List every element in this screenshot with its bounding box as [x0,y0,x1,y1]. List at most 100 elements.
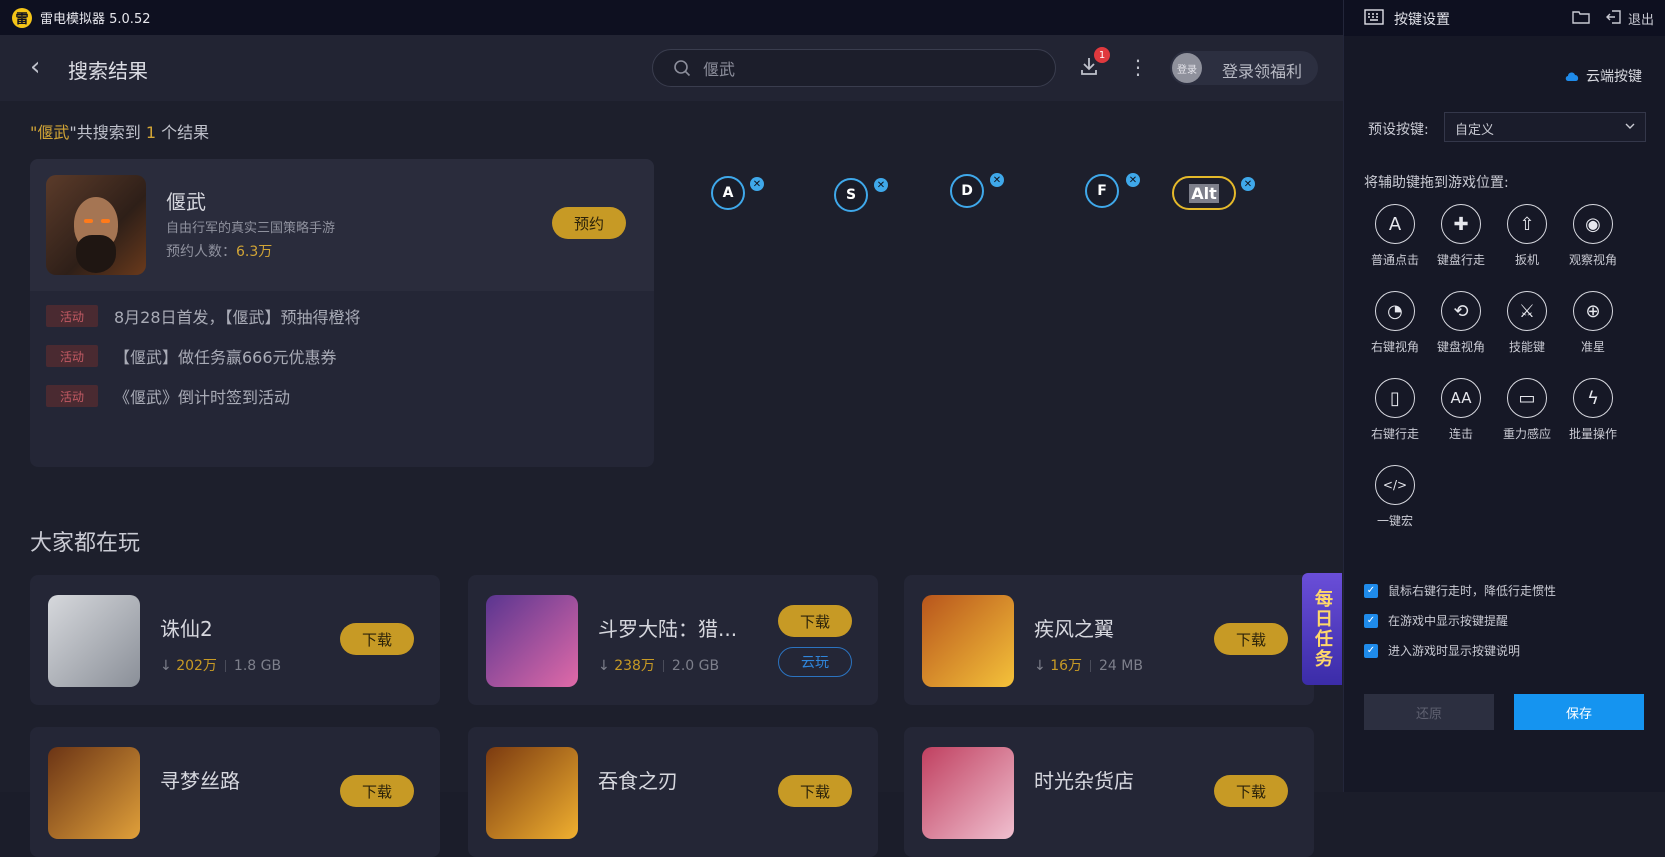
drag-hint-label: 将辅助键拖到游戏位置: [1364,175,1509,191]
tool-gravity-sensor[interactable]: ▭ 重力感应 [1494,378,1560,442]
recommend-card[interactable]: 时光杂货店 下载 [904,727,1314,857]
activity-item[interactable]: 活动 【偃武】做任务赢666元优惠券 [46,345,337,367]
mapped-key-s[interactable]: S [834,178,868,212]
game-name: 疾风之翼 [1034,617,1114,641]
activity-text: 【偃武】做任务赢666元优惠券 [114,348,337,367]
reserve-count: 预约人数：6.3万 [166,241,272,261]
download-button[interactable]: 下载 [778,605,852,637]
result-mid: "共搜索到 [69,123,146,142]
remove-key-icon[interactable]: ✕ [1241,177,1255,191]
recommend-card[interactable]: 斗罗大陆：猎... ↓ 238万 2.0 GB 下载 云玩 [468,575,878,705]
tool-keyboard-view[interactable]: ⟲ 键盘视角 [1428,291,1494,355]
tool-keyboard-walk[interactable]: ✚ 键盘行走 [1428,204,1494,268]
game-name: 诛仙2 [160,617,213,641]
download-button[interactable]: 下载 [340,775,414,807]
title-bar: 雷 雷电模拟器 5.0.52 [0,0,1343,35]
main-area: ‹ 搜索结果 1 ⋮ 登录 登录领福利 "偃武"共搜索到 1 个结果 偃武 自由… [0,35,1343,857]
game-card-header: 偃武 自由行军的真实三国策略手游 预约人数：6.3万 预约 [30,159,654,291]
checkbox-show-key-hints[interactable]: ✓ 在游戏中显示按键提醒 [1364,612,1508,629]
tool-batch-operation[interactable]: ϟ 批量操作 [1560,378,1626,442]
search-box[interactable] [652,49,1056,87]
tool-crosshair[interactable]: ⊕ 准星 [1560,291,1626,355]
exit-button[interactable]: 退出 [1628,9,1654,28]
recommend-card[interactable]: 诛仙2 ↓ 202万 1.8 GB 下载 [30,575,440,705]
eye-icon: ◉ [1573,204,1613,244]
reserve-button[interactable]: 预约 [552,207,626,239]
mouse-icon: ▯ [1375,378,1415,418]
remove-key-icon[interactable]: ✕ [1126,173,1140,187]
activity-badge: 活动 [46,305,98,327]
more-menu-icon[interactable]: ⋮ [1128,57,1148,79]
mapped-key-f[interactable]: F [1085,174,1119,208]
tool-macro[interactable]: </> 一键宏 [1362,465,1428,529]
folder-icon[interactable] [1572,9,1590,25]
tool-right-click-view[interactable]: ◔ 右键视角 [1362,291,1428,355]
cloud-key-button[interactable]: 云端按键 [1564,66,1642,86]
bullet-icon: ⇧ [1507,204,1547,244]
download-button[interactable]: 下载 [778,775,852,807]
download-button[interactable]: 下载 [1214,623,1288,655]
login-label: 登录领福利 [1222,62,1303,81]
tool-normal-click[interactable]: A 普通点击 [1362,204,1428,268]
search-result-card[interactable]: 偃武 自由行军的真实三国策略手游 预约人数：6.3万 预约 活动 8月28日首发… [30,159,654,467]
section-title-popular: 大家都在玩 [30,531,141,556]
exit-icon[interactable] [1606,9,1622,25]
reserve-count-value: 6.3万 [236,244,273,260]
login-button[interactable]: 登录 登录领福利 [1170,51,1318,85]
phone-tilt-icon: ▭ [1507,378,1547,418]
tool-combo[interactable]: AA 连击 [1428,378,1494,442]
tool-observe-view[interactable]: ◉ 观察视角 [1560,204,1626,268]
app-logo: 雷 [12,7,32,28]
mapped-key-a[interactable]: A [711,176,745,210]
preset-label: 预设按键: [1368,122,1429,138]
restore-button[interactable]: 还原 [1364,694,1494,730]
recommend-card[interactable]: 疾风之翼 ↓ 16万 24 MB 下载 [904,575,1314,705]
checkbox-reduce-inertia[interactable]: ✓ 鼠标右键行走时，降低行走惯性 [1364,582,1556,599]
tool-trigger[interactable]: ⇧ 扳机 [1494,204,1560,268]
remove-key-icon[interactable]: ✕ [990,173,1004,187]
keyboard-icon [1364,9,1384,25]
tool-skill-key[interactable]: ⚔ 技能键 [1494,291,1560,355]
activity-item[interactable]: 活动 8月28日首发，【偃武】预抽得橙将 [46,305,361,327]
cloud-play-button[interactable]: 云玩 [778,647,852,677]
dpad-icon: ✚ [1441,204,1481,244]
search-input[interactable] [703,58,1003,77]
download-count-badge: 1 [1094,47,1110,63]
checkbox-checked-icon: ✓ [1364,613,1378,628]
game-description: 自由行军的真实三国策略手游 [166,221,336,236]
mapped-key-alt[interactable]: Alt [1172,176,1236,210]
remove-key-icon[interactable]: ✕ [874,178,888,192]
game-cover-image [486,747,578,839]
recommend-card[interactable]: 吞食之刃 下载 [468,727,878,857]
lightning-icon: ϟ [1573,378,1613,418]
tap-icon: A [1375,204,1415,244]
macro-script-icon: </> [1375,465,1415,505]
back-button[interactable]: ‹ [30,54,54,82]
game-name: 偃武 [166,190,206,214]
mouse-view-icon: ◔ [1375,291,1415,331]
app-title: 雷电模拟器 5.0.52 [40,12,151,27]
game-cover-image [48,747,140,839]
activity-badge: 活动 [46,345,98,367]
download-button[interactable]: 下载 [340,623,414,655]
combo-icon: AA [1441,378,1481,418]
search-icon [674,60,691,77]
tool-right-click-walk[interactable]: ▯ 右键行走 [1362,378,1428,442]
checkbox-checked-icon: ✓ [1364,643,1378,658]
page-title: 搜索结果 [68,59,148,83]
checkbox-checked-icon: ✓ [1364,583,1378,598]
preset-select[interactable]: 自定义 [1444,112,1646,142]
checkbox-show-key-guide[interactable]: ✓ 进入游戏时显示按键说明 [1364,642,1520,659]
reserve-count-label: 预约人数： [166,244,236,260]
mapped-key-d[interactable]: D [950,174,984,208]
daily-task-banner[interactable]: 每日任务 [1302,573,1342,685]
game-name: 吞食之刃 [598,769,678,793]
save-button[interactable]: 保存 [1514,694,1644,730]
download-button[interactable]: 下载 [1214,775,1288,807]
activity-item[interactable]: 活动 《偃武》倒计时签到活动 [46,385,290,407]
recommend-card[interactable]: 寻梦丝路 下载 [30,727,440,857]
remove-key-icon[interactable]: ✕ [750,177,764,191]
game-cover-image [922,595,1014,687]
crosshair-icon: ⊕ [1573,291,1613,331]
result-keyword: 偃武 [37,123,70,142]
